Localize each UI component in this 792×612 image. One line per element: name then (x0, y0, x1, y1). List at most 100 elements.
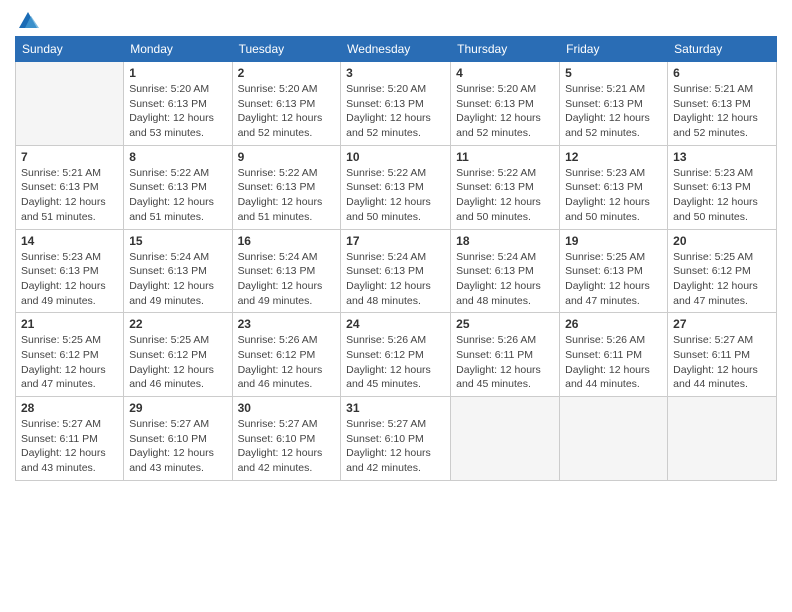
day-info: Sunrise: 5:22 AM Sunset: 6:13 PM Dayligh… (346, 166, 445, 225)
day-number: 8 (129, 150, 226, 164)
day-info: Sunrise: 5:25 AM Sunset: 6:12 PM Dayligh… (129, 333, 226, 392)
day-info: Sunrise: 5:20 AM Sunset: 6:13 PM Dayligh… (238, 82, 336, 141)
day-info: Sunrise: 5:27 AM Sunset: 6:10 PM Dayligh… (238, 417, 336, 476)
day-number: 25 (456, 317, 554, 331)
calendar-cell: 19 Sunrise: 5:25 AM Sunset: 6:13 PM Dayli… (560, 229, 668, 313)
day-info: Sunrise: 5:22 AM Sunset: 6:13 PM Dayligh… (129, 166, 226, 225)
day-number: 3 (346, 66, 445, 80)
day-info: Sunrise: 5:21 AM Sunset: 6:13 PM Dayligh… (21, 166, 118, 225)
calendar-cell: 1 Sunrise: 5:20 AM Sunset: 6:13 PM Daylig… (124, 62, 232, 146)
calendar-cell: 14Sunrise: 5:23 AM Sunset: 6:13 PM Dayli… (16, 229, 124, 313)
calendar-header-sunday: Sunday (16, 37, 124, 62)
calendar-cell: 13 Sunrise: 5:23 AM Sunset: 6:13 PM Dayli… (668, 145, 777, 229)
day-info: Sunrise: 5:24 AM Sunset: 6:13 PM Dayligh… (346, 250, 445, 309)
calendar-cell: 8 Sunrise: 5:22 AM Sunset: 6:13 PM Daylig… (124, 145, 232, 229)
calendar-header-thursday: Thursday (451, 37, 560, 62)
day-number: 31 (346, 401, 445, 415)
day-info: Sunrise: 5:25 AM Sunset: 6:12 PM Dayligh… (673, 250, 771, 309)
day-number: 28 (21, 401, 118, 415)
calendar-cell: 4 Sunrise: 5:20 AM Sunset: 6:13 PM Daylig… (451, 62, 560, 146)
day-info: Sunrise: 5:22 AM Sunset: 6:13 PM Dayligh… (456, 166, 554, 225)
day-info: Sunrise: 5:20 AM Sunset: 6:13 PM Dayligh… (129, 82, 226, 141)
day-number: 30 (238, 401, 336, 415)
day-number: 16 (238, 234, 336, 248)
calendar-cell: 21 Sunrise: 5:25 AM Sunset: 6:12 PM Dayli… (16, 313, 124, 397)
calendar-week-3: 14Sunrise: 5:23 AM Sunset: 6:13 PM Dayli… (16, 229, 777, 313)
calendar-header-saturday: Saturday (668, 37, 777, 62)
calendar-cell: 12Sunrise: 5:23 AM Sunset: 6:13 PM Dayli… (560, 145, 668, 229)
day-number: 2 (238, 66, 336, 80)
calendar-header-wednesday: Wednesday (341, 37, 451, 62)
day-info: Sunrise: 5:23 AM Sunset: 6:13 PM Dayligh… (673, 166, 771, 225)
calendar-cell: 29 Sunrise: 5:27 AM Sunset: 6:10 PM Dayli… (124, 397, 232, 481)
day-number: 10 (346, 150, 445, 164)
day-number: 27 (673, 317, 771, 331)
calendar-cell: 2 Sunrise: 5:20 AM Sunset: 6:13 PM Daylig… (232, 62, 341, 146)
calendar-cell: 26 Sunrise: 5:26 AM Sunset: 6:11 PM Dayli… (560, 313, 668, 397)
calendar-cell: 16 Sunrise: 5:24 AM Sunset: 6:13 PM Dayli… (232, 229, 341, 313)
day-number: 7 (21, 150, 118, 164)
day-info: Sunrise: 5:24 AM Sunset: 6:13 PM Dayligh… (456, 250, 554, 309)
calendar-header-friday: Friday (560, 37, 668, 62)
day-number: 4 (456, 66, 554, 80)
day-number: 12 (565, 150, 662, 164)
day-info: Sunrise: 5:26 AM Sunset: 6:11 PM Dayligh… (456, 333, 554, 392)
calendar-cell: 24 Sunrise: 5:26 AM Sunset: 6:12 PM Dayli… (341, 313, 451, 397)
calendar-cell (16, 62, 124, 146)
day-info: Sunrise: 5:25 AM Sunset: 6:13 PM Dayligh… (565, 250, 662, 309)
calendar-cell: 28 Sunrise: 5:27 AM Sunset: 6:11 PM Dayli… (16, 397, 124, 481)
day-number: 29 (129, 401, 226, 415)
day-number: 21 (21, 317, 118, 331)
calendar-cell: 3 Sunrise: 5:20 AM Sunset: 6:13 PM Daylig… (341, 62, 451, 146)
day-info: Sunrise: 5:25 AM Sunset: 6:12 PM Dayligh… (21, 333, 118, 392)
calendar-header-row: SundayMondayTuesdayWednesdayThursdayFrid… (16, 37, 777, 62)
day-info: Sunrise: 5:24 AM Sunset: 6:13 PM Dayligh… (238, 250, 336, 309)
day-info: Sunrise: 5:27 AM Sunset: 6:10 PM Dayligh… (129, 417, 226, 476)
day-number: 22 (129, 317, 226, 331)
day-info: Sunrise: 5:20 AM Sunset: 6:13 PM Dayligh… (456, 82, 554, 141)
day-number: 26 (565, 317, 662, 331)
day-number: 24 (346, 317, 445, 331)
calendar-cell: 18 Sunrise: 5:24 AM Sunset: 6:13 PM Dayli… (451, 229, 560, 313)
day-info: Sunrise: 5:26 AM Sunset: 6:12 PM Dayligh… (238, 333, 336, 392)
calendar-table: SundayMondayTuesdayWednesdayThursdayFrid… (15, 36, 777, 481)
day-number: 13 (673, 150, 771, 164)
day-info: Sunrise: 5:20 AM Sunset: 6:13 PM Dayligh… (346, 82, 445, 141)
day-info: Sunrise: 5:27 AM Sunset: 6:11 PM Dayligh… (21, 417, 118, 476)
day-number: 1 (129, 66, 226, 80)
calendar-week-4: 21 Sunrise: 5:25 AM Sunset: 6:12 PM Dayli… (16, 313, 777, 397)
day-info: Sunrise: 5:27 AM Sunset: 6:11 PM Dayligh… (673, 333, 771, 392)
calendar-header-monday: Monday (124, 37, 232, 62)
day-number: 15 (129, 234, 226, 248)
day-info: Sunrise: 5:22 AM Sunset: 6:13 PM Dayligh… (238, 166, 336, 225)
day-number: 14 (21, 234, 118, 248)
day-number: 5 (565, 66, 662, 80)
day-info: Sunrise: 5:26 AM Sunset: 6:12 PM Dayligh… (346, 333, 445, 392)
day-info: Sunrise: 5:21 AM Sunset: 6:13 PM Dayligh… (673, 82, 771, 141)
day-number: 20 (673, 234, 771, 248)
calendar-cell (451, 397, 560, 481)
day-number: 9 (238, 150, 336, 164)
calendar-cell (560, 397, 668, 481)
day-info: Sunrise: 5:26 AM Sunset: 6:11 PM Dayligh… (565, 333, 662, 392)
day-number: 19 (565, 234, 662, 248)
calendar-cell: 27 Sunrise: 5:27 AM Sunset: 6:11 PM Dayli… (668, 313, 777, 397)
day-number: 17 (346, 234, 445, 248)
day-number: 6 (673, 66, 771, 80)
calendar-week-5: 28 Sunrise: 5:27 AM Sunset: 6:11 PM Dayli… (16, 397, 777, 481)
day-info: Sunrise: 5:21 AM Sunset: 6:13 PM Dayligh… (565, 82, 662, 141)
calendar-week-1: 1 Sunrise: 5:20 AM Sunset: 6:13 PM Daylig… (16, 62, 777, 146)
calendar-cell: 5 Sunrise: 5:21 AM Sunset: 6:13 PM Daylig… (560, 62, 668, 146)
calendar-cell: 10 Sunrise: 5:22 AM Sunset: 6:13 PM Dayli… (341, 145, 451, 229)
calendar-cell: 15 Sunrise: 5:24 AM Sunset: 6:13 PM Dayli… (124, 229, 232, 313)
calendar-cell: 9 Sunrise: 5:22 AM Sunset: 6:13 PM Daylig… (232, 145, 341, 229)
logo (15, 10, 39, 32)
calendar-cell: 23Sunrise: 5:26 AM Sunset: 6:12 PM Dayli… (232, 313, 341, 397)
day-number: 18 (456, 234, 554, 248)
calendar-header-tuesday: Tuesday (232, 37, 341, 62)
calendar-cell: 11 Sunrise: 5:22 AM Sunset: 6:13 PM Dayli… (451, 145, 560, 229)
day-number: 11 (456, 150, 554, 164)
day-info: Sunrise: 5:24 AM Sunset: 6:13 PM Dayligh… (129, 250, 226, 309)
calendar-cell: 22 Sunrise: 5:25 AM Sunset: 6:12 PM Dayli… (124, 313, 232, 397)
calendar-cell: 25 Sunrise: 5:26 AM Sunset: 6:11 PM Dayli… (451, 313, 560, 397)
